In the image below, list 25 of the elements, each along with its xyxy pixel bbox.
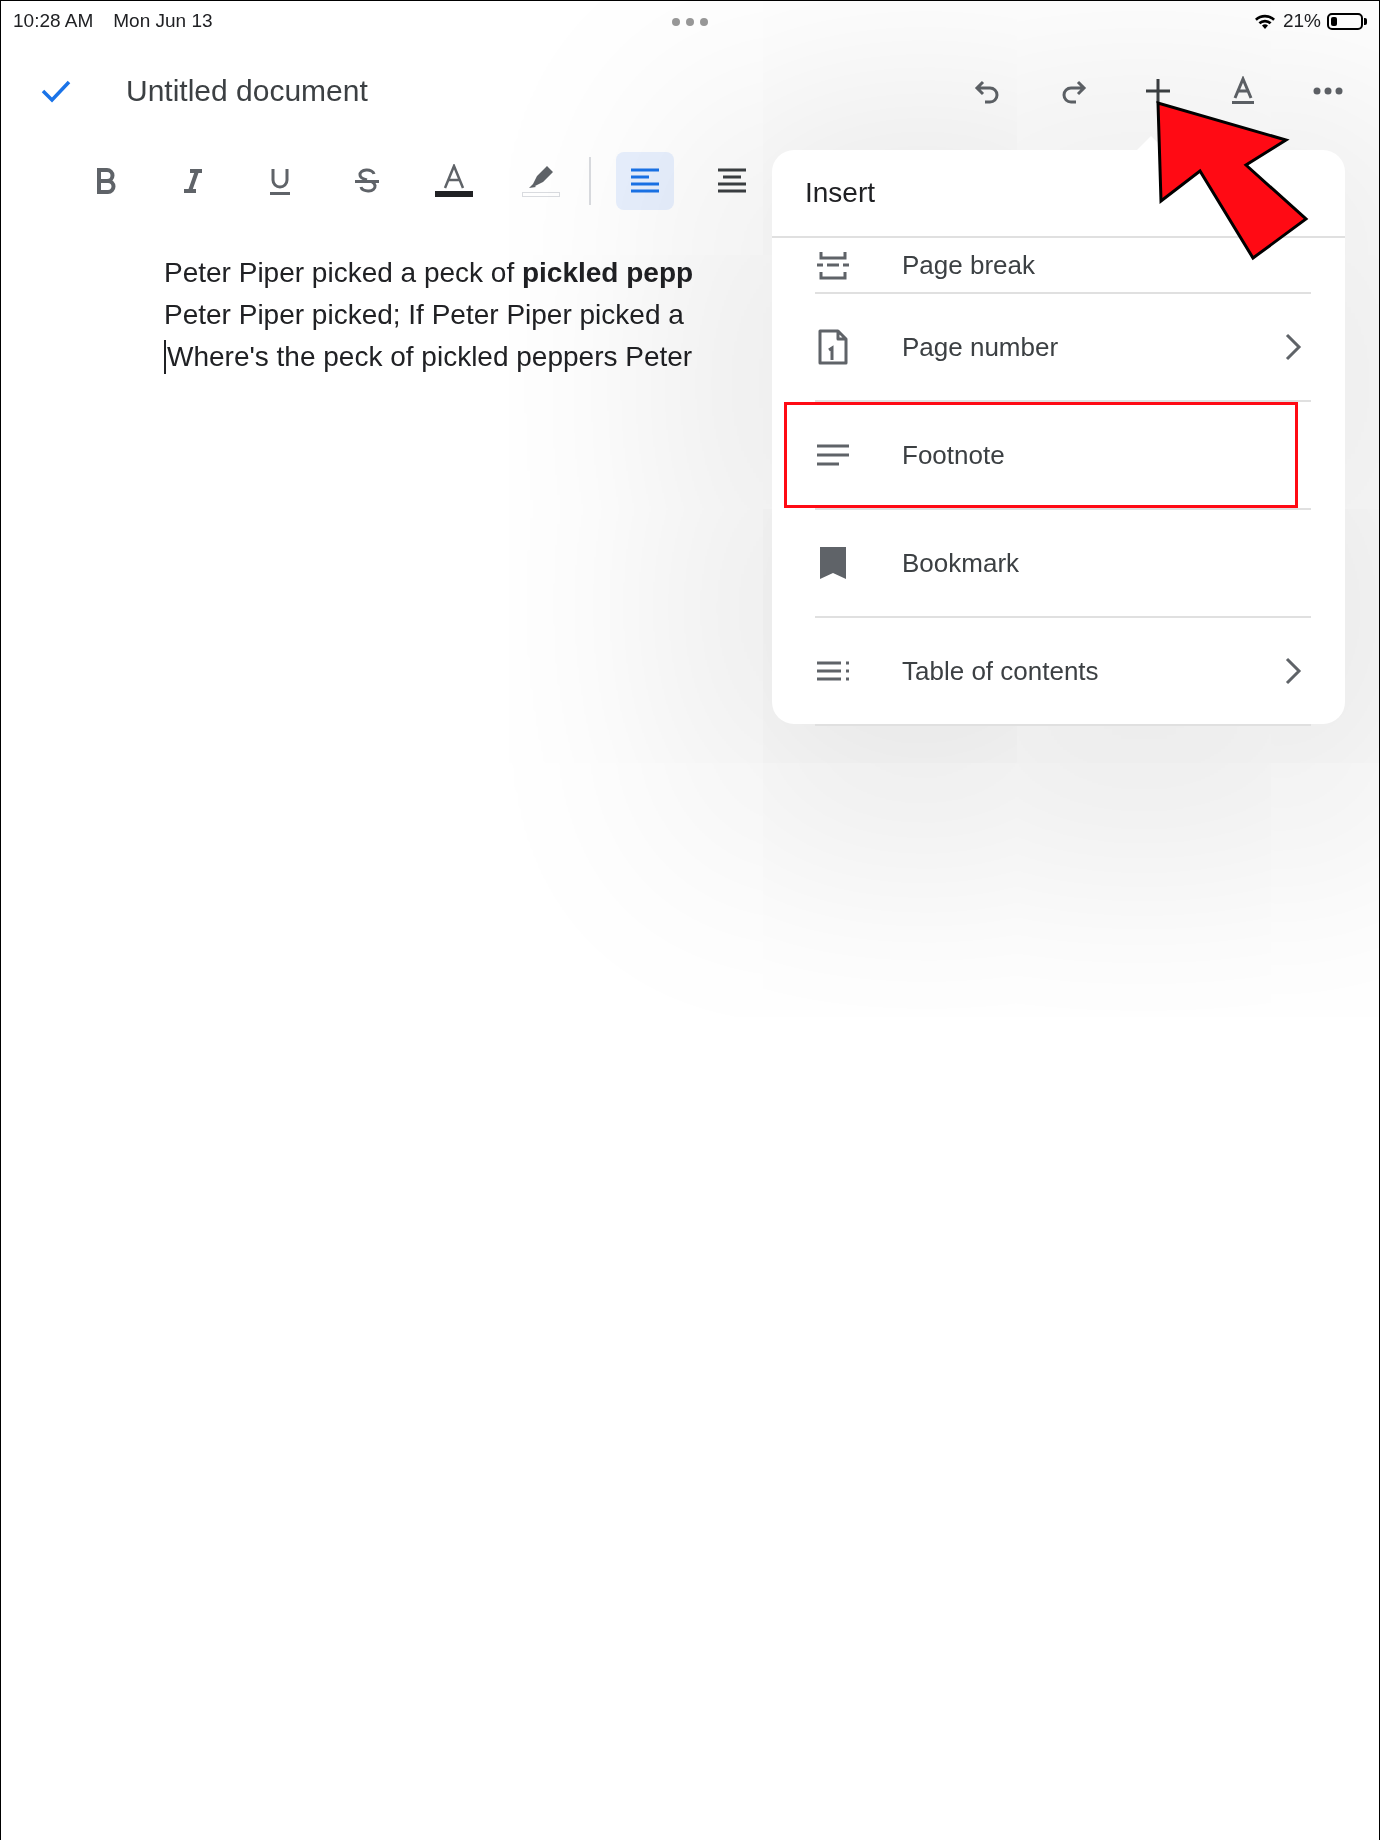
menu-title: Insert [805,177,876,209]
page-break-icon [815,250,851,280]
wifi-icon [1252,12,1277,30]
menu-item[interactable]: Footnote [815,402,1311,510]
battery-percent: 21% [1282,10,1321,32]
status-date: Mon Jun 13 [113,10,213,32]
document-text-line: Where's the peck of pickled peppers Peter [167,340,693,374]
highlighter-icon [521,164,561,198]
multitask-dots-icon[interactable] [671,17,709,27]
menu-item[interactable]: Page number [815,294,1311,402]
table-of-contents-icon [815,660,851,682]
align-center-icon [716,166,748,196]
menu-item[interactable]: Table of contents [815,618,1311,726]
document-text-line: Peter Piper picked; If Peter Piper picked a [164,298,684,332]
text-color-icon [434,164,474,198]
align-left-button[interactable] [616,152,674,210]
document-text-line: Peter Piper picked a peck of pickled pepp [164,256,694,290]
align-left-icon [629,166,661,196]
done-check-icon[interactable] [40,78,72,104]
menu-item[interactable]: Bookmark [815,510,1311,618]
more-icon[interactable] [1313,87,1343,95]
battery-icon [1327,12,1367,30]
status-time: 10:28 AM [13,10,94,32]
document-title[interactable]: Untitled document [126,74,368,108]
lines-icon [815,443,851,467]
